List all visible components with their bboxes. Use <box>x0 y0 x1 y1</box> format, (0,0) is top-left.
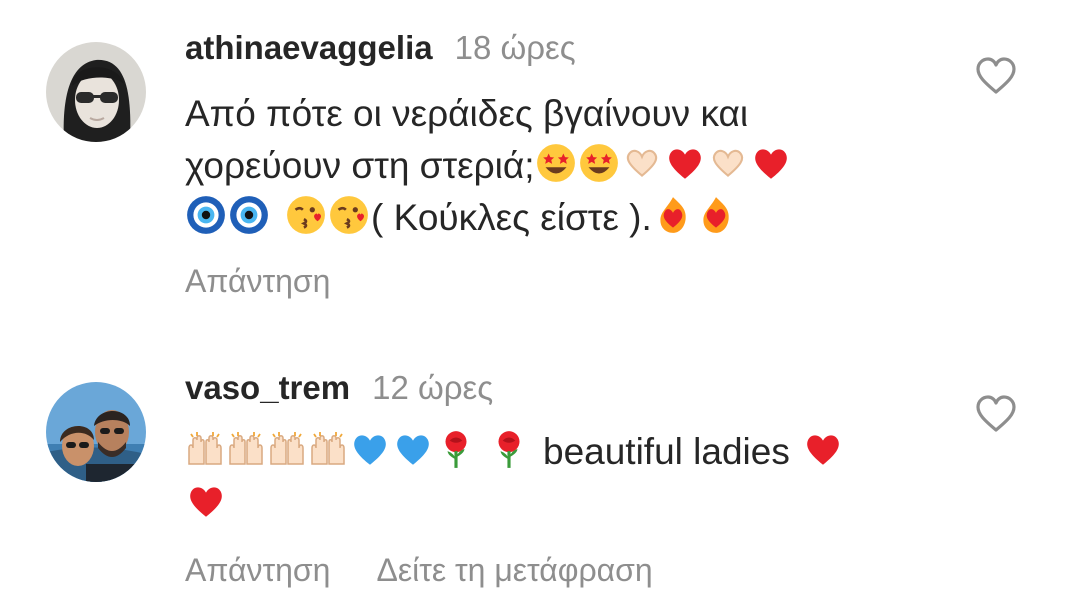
comment-line-2: χορεύουν στη στεριά; <box>185 140 925 192</box>
reply-button[interactable]: Απάντηση <box>185 263 330 299</box>
red-heart-emoji-icon <box>185 480 227 522</box>
star-eyes-emoji-icon <box>578 142 620 184</box>
couple-photo-avatar <box>46 382 146 482</box>
avatar[interactable] <box>46 42 146 142</box>
rose-emoji-icon <box>488 428 530 470</box>
comment-text-part: χορεύουν στη στεριά; <box>185 145 535 186</box>
timestamp: 18 ώρες <box>454 29 576 66</box>
person-sunglasses-avatar <box>46 42 146 142</box>
heart-on-fire-emoji-icon <box>695 194 737 236</box>
heart-on-fire-emoji-icon <box>652 194 694 236</box>
comment-text: Από πότε οι νεράιδες βγαίνουν και χορεύο… <box>185 88 925 244</box>
avatar[interactable] <box>46 382 146 482</box>
heart-hands-emoji-icon <box>621 142 663 184</box>
heart-outline-icon <box>976 57 1016 94</box>
comment-header: vaso_trem 12 ώρες <box>185 368 493 408</box>
comment-line-2 <box>185 478 925 530</box>
blue-heart-emoji-icon <box>392 428 434 470</box>
comment-line-1: Από πότε οι νεράιδες βγαίνουν και <box>185 93 749 134</box>
raising-hands-emoji-icon <box>308 430 348 470</box>
comment-actions: Απάντηση Δείτε τη μετάφραση <box>185 550 699 590</box>
heart-outline-icon <box>976 395 1016 432</box>
like-button[interactable] <box>974 56 1018 96</box>
kiss-emoji-icon <box>328 194 370 236</box>
comment-header: athinaevaggelia 18 ώρες <box>185 28 576 68</box>
nazar-amulet-emoji-icon <box>228 194 270 236</box>
comment-vaso_trem: vaso_trem 12 ώρες beautiful ladies Απάντη… <box>0 330 1080 604</box>
raising-hands-emoji-icon <box>226 430 266 470</box>
like-button[interactable] <box>974 394 1018 434</box>
blue-heart-emoji-icon <box>349 428 391 470</box>
comment-athinaevaggelia: athinaevaggelia 18 ώρες Από πότε οι νεράι… <box>0 0 1080 330</box>
red-heart-emoji-icon <box>750 142 792 184</box>
red-heart-emoji-icon <box>664 142 706 184</box>
comment-text-part: ( Κούκλες είστε ). <box>371 197 652 238</box>
timestamp: 12 ώρες <box>372 369 494 406</box>
rose-emoji-icon <box>435 428 477 470</box>
comment-text: beautiful ladies <box>185 426 925 530</box>
username[interactable]: athinaevaggelia <box>185 29 433 66</box>
username[interactable]: vaso_trem <box>185 369 350 406</box>
raising-hands-emoji-icon <box>267 430 307 470</box>
see-translation-button[interactable]: Δείτε τη μετάφραση <box>376 552 652 588</box>
comment-line-3: ( Κούκλες είστε ). <box>185 192 925 244</box>
nazar-amulet-emoji-icon <box>185 194 227 236</box>
red-heart-emoji-icon <box>802 428 844 470</box>
star-eyes-emoji-icon <box>535 142 577 184</box>
heart-hands-emoji-icon <box>707 142 749 184</box>
comment-actions: Απάντηση <box>185 261 376 301</box>
raising-hands-emoji-icon <box>185 430 225 470</box>
reply-button[interactable]: Απάντηση <box>185 552 330 588</box>
kiss-emoji-icon <box>285 194 327 236</box>
comment-text-part: beautiful ladies <box>543 431 790 472</box>
comment-line-1: beautiful ladies <box>185 426 925 478</box>
